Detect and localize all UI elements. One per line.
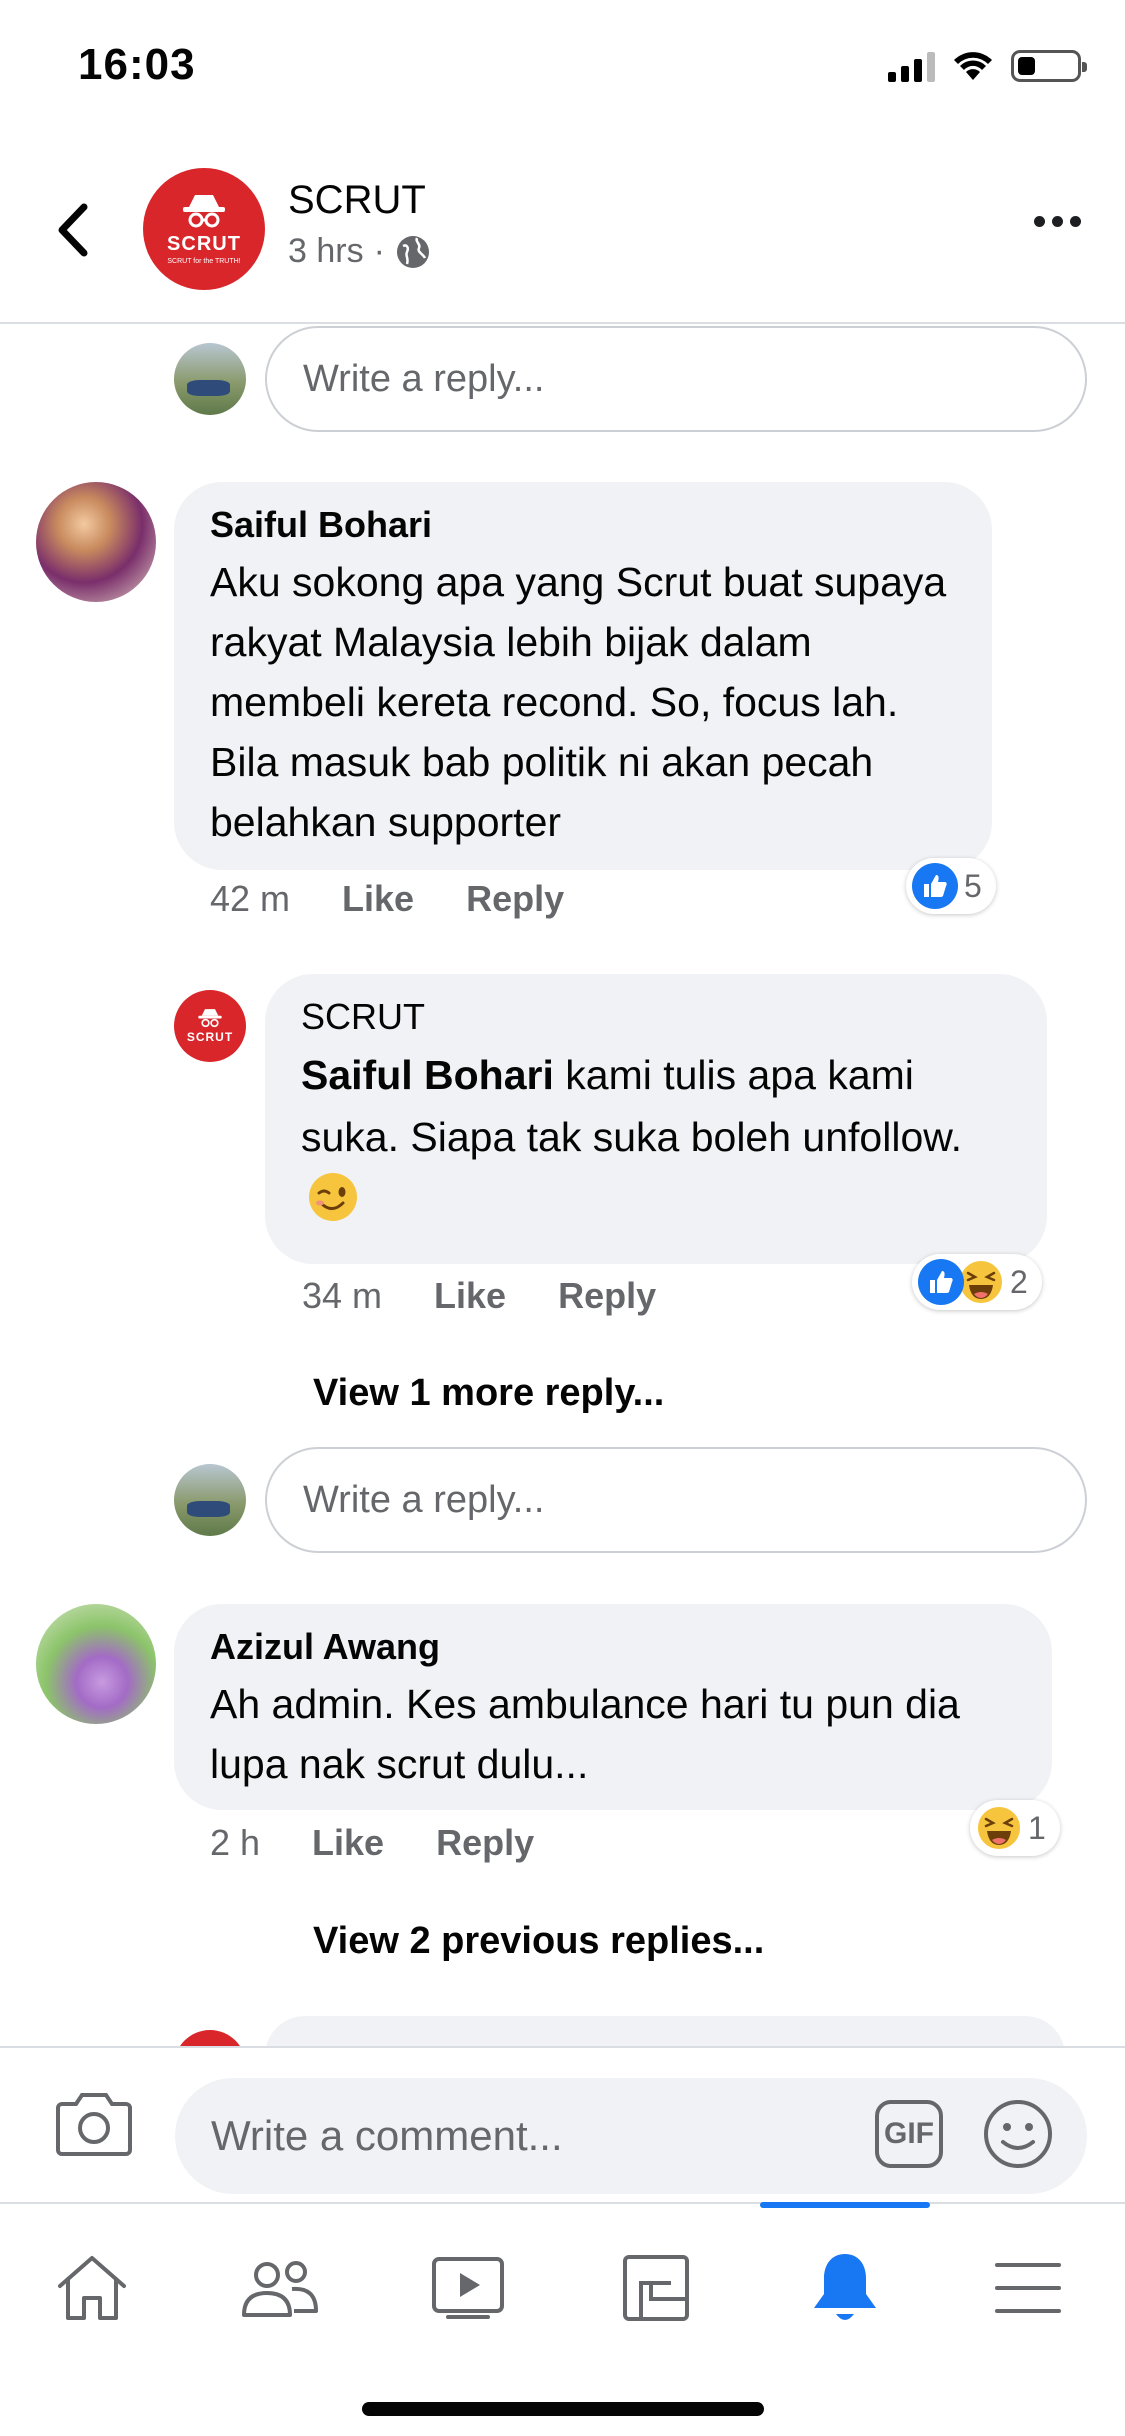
wifi-icon (954, 52, 992, 80)
reply-placeholder: Write a reply... (303, 357, 545, 400)
spy-logo-icon (198, 1009, 222, 1028)
winking-face-icon (309, 1173, 357, 1221)
comment-time: 42 m (210, 878, 291, 919)
status-time: 16:03 (78, 40, 196, 89)
logo-text: SCRUT (186, 1030, 234, 1044)
dot (1034, 216, 1045, 227)
mention-link[interactable]: Saiful Bohari (301, 1052, 554, 1098)
like-button[interactable]: Like (342, 878, 414, 920)
cellular-signal-icon (888, 50, 935, 82)
like-reaction-icon (912, 863, 958, 909)
page-name[interactable]: SCRUT (288, 178, 426, 223)
reply-bubble[interactable]: SCRUT Saiful Bohari kami tulis apa kami … (265, 974, 1047, 1264)
view-previous-replies-link[interactable]: View 2 previous replies... (313, 1920, 764, 1963)
tab-friends[interactable] (220, 2238, 340, 2338)
tab-menu[interactable] (968, 2238, 1088, 2338)
reaction-summary[interactable]: 1 (970, 1800, 1060, 1856)
page-avatar[interactable]: SCRUT SCRUT for the TRUTH! (143, 168, 265, 290)
spy-logo-icon (183, 195, 225, 228)
battery-icon (1011, 50, 1087, 82)
tab-watch[interactable] (408, 2238, 528, 2338)
reaction-count: 5 (964, 867, 982, 904)
reply-button[interactable]: Reply (466, 878, 564, 920)
reply-text: Saiful Bohari kami tulis apa kami suka. … (301, 1044, 1011, 1230)
reply-button[interactable]: Reply (436, 1822, 534, 1864)
battery-level (1018, 57, 1035, 75)
back-button[interactable] (42, 195, 102, 265)
meta-separator: · (373, 232, 385, 270)
logo-text: SCRUT (167, 233, 241, 255)
chevron-left-icon (58, 203, 88, 257)
camera-button[interactable] (56, 2090, 132, 2161)
haha-reaction-icon (958, 1259, 1004, 1305)
commenter-avatar[interactable] (36, 482, 156, 602)
status-bar: 16:03 (0, 0, 1125, 140)
current-user-avatar (174, 1464, 246, 1536)
comment-text: Aku sokong apa yang Scrut buat supaya ra… (210, 559, 947, 845)
view-more-replies-link[interactable]: View 1 more reply... (313, 1372, 664, 1415)
more-options-button[interactable] (1034, 216, 1081, 227)
comment-actions: 2 h Like Reply (210, 1822, 586, 1864)
comment-input[interactable]: Write a comment... (175, 2078, 1087, 2194)
comment-actions: 42 m Like Reply (210, 878, 616, 920)
comment-placeholder: Write a comment... (211, 2112, 563, 2159)
comment-time: 2 h (210, 1822, 261, 1863)
reply-actions: 34 m Like Reply (302, 1275, 708, 1317)
friends-icon (242, 2261, 318, 2317)
like-reaction-icon (918, 1259, 964, 1305)
tab-notifications[interactable] (785, 2238, 905, 2338)
reply-placeholder: Write a reply... (303, 1478, 545, 1521)
status-icons (888, 50, 1087, 82)
comment-author[interactable]: Azizul Awang (210, 1626, 1016, 1668)
camera-icon (56, 2093, 132, 2156)
reaction-count: 1 (1028, 1809, 1046, 1846)
pages-icon (623, 2255, 689, 2321)
like-button[interactable]: Like (312, 1822, 384, 1864)
like-button[interactable]: Like (434, 1275, 506, 1317)
reaction-summary[interactable]: 5 (906, 858, 996, 914)
reply-input[interactable]: Write a reply... (265, 1447, 1087, 1553)
logo-tagline: SCRUT for the TRUTH! (167, 258, 241, 265)
reply-button[interactable]: Reply (558, 1275, 656, 1317)
page-reply-avatar[interactable]: SCRUT (174, 990, 246, 1062)
comment-author[interactable]: Saiful Bohari (210, 504, 956, 546)
active-tab-indicator (760, 2202, 930, 2208)
emoji-button[interactable] (982, 2098, 1054, 2175)
bottom-tab-bar (0, 2202, 1125, 2436)
globe-icon (396, 235, 429, 268)
watch-icon (432, 2257, 504, 2319)
home-icon (58, 2256, 126, 2320)
reply-time: 34 m (302, 1275, 383, 1316)
commenter-avatar[interactable] (36, 1604, 156, 1724)
dot (1070, 216, 1081, 227)
post-age: 3 hrs (288, 232, 364, 270)
post-meta: 3 hrs · (288, 232, 431, 271)
hamburger-menu-icon (995, 2263, 1061, 2313)
home-indicator (362, 2402, 764, 2416)
comment-text: Ah admin. Kes ambulance hari tu pun dia … (210, 1681, 960, 1787)
reply-input[interactable]: Write a reply... (265, 326, 1087, 432)
gif-button[interactable]: GIF (875, 2100, 943, 2168)
haha-reaction-icon (976, 1805, 1022, 1851)
smiley-icon (984, 2100, 1052, 2168)
comment-composer: Write a comment... GIF (0, 2046, 1125, 2202)
current-user-avatar (174, 343, 246, 415)
comment-bubble[interactable]: Saiful Bohari Aku sokong apa yang Scrut … (174, 482, 992, 870)
tab-home[interactable] (32, 2238, 152, 2338)
post-header: SCRUT SCRUT for the TRUTH! SCRUT 3 hrs · (0, 140, 1125, 324)
bell-icon (814, 2254, 876, 2320)
reaction-count: 2 (1010, 1263, 1028, 1300)
comment-bubble[interactable]: Azizul Awang Ah admin. Kes ambulance har… (174, 1604, 1052, 1810)
tab-pages[interactable] (596, 2238, 716, 2338)
dot (1052, 216, 1063, 227)
reply-author[interactable]: SCRUT (301, 996, 1011, 1038)
reaction-summary[interactable]: 2 (912, 1254, 1042, 1310)
